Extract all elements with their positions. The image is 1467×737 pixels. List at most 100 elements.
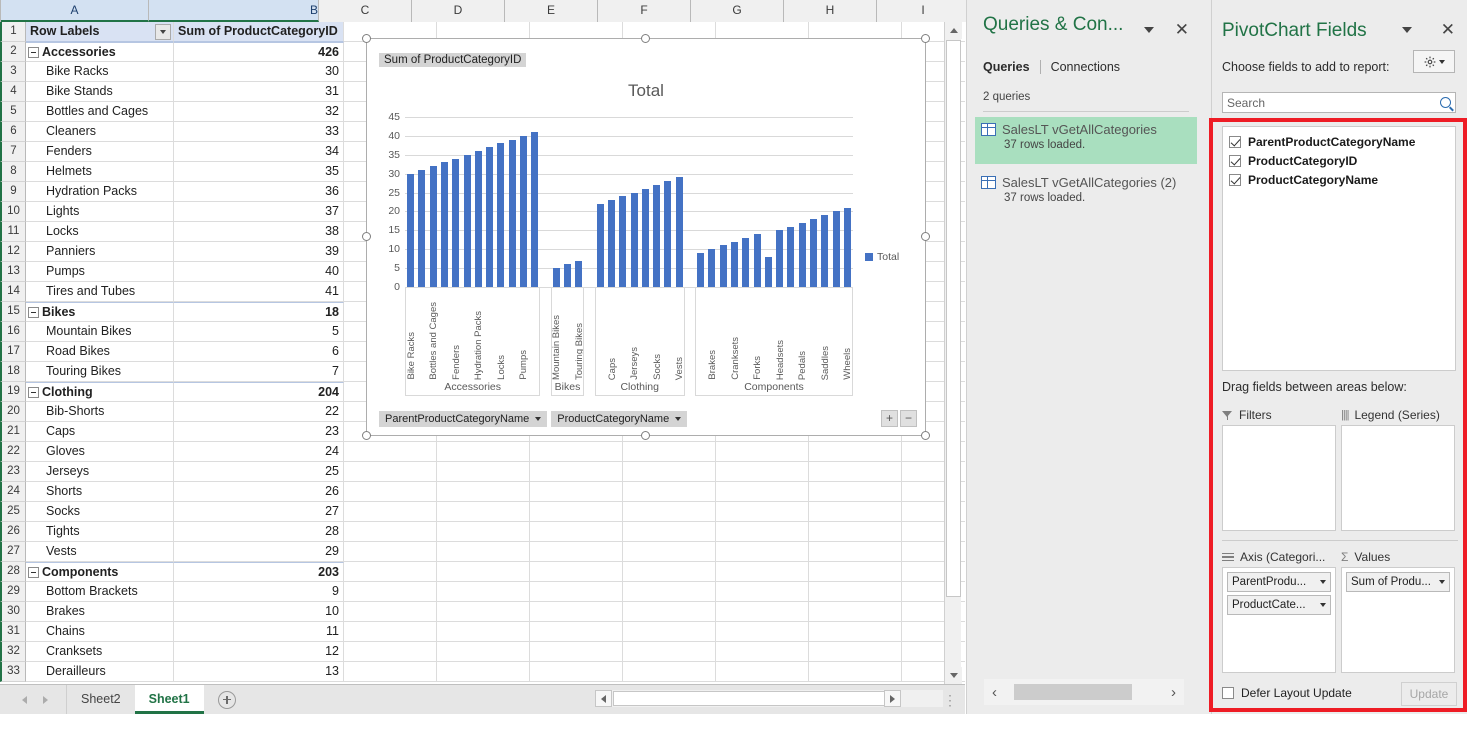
cell-label-17[interactable]: Road Bikes	[26, 342, 174, 362]
cell-value-30[interactable]: 10	[174, 602, 344, 622]
cell-label-2[interactable]: Accessories	[26, 42, 174, 62]
chart-bar[interactable]	[664, 181, 671, 287]
chart-bar[interactable]	[731, 242, 738, 287]
chart-bar[interactable]	[475, 151, 482, 287]
chart-bar[interactable]	[653, 185, 660, 287]
chart-bar[interactable]	[720, 245, 727, 287]
cell-label-25[interactable]: Socks	[26, 502, 174, 522]
row-header-26[interactable]: 26	[0, 522, 26, 542]
pivot-chart-object[interactable]: Sum of ProductCategoryID Total 051015202…	[366, 38, 926, 436]
collapse-group-icon[interactable]	[28, 307, 39, 318]
row-header-5[interactable]: 5	[0, 102, 26, 122]
row-header-23[interactable]: 23	[0, 462, 26, 482]
cell-value-8[interactable]: 35	[174, 162, 344, 182]
axis-area[interactable]: Axis (Categori... ParentProdu... Product…	[1222, 547, 1336, 673]
cell-e24[interactable]	[530, 482, 623, 502]
resize-handle-bottom-left[interactable]	[362, 431, 371, 440]
cell-value-16[interactable]: 5	[174, 322, 344, 342]
cell-value-4[interactable]: 31	[174, 82, 344, 102]
row-header-30[interactable]: 30	[0, 602, 26, 622]
tab-queries[interactable]: Queries	[983, 60, 1030, 74]
cell-g27[interactable]	[716, 542, 809, 562]
cell-g32[interactable]	[716, 642, 809, 662]
row-header-1[interactable]: 1	[0, 22, 26, 42]
column-header-c[interactable]: C	[319, 0, 412, 22]
row-header-25[interactable]: 25	[0, 502, 26, 522]
cell-d25[interactable]	[437, 502, 530, 522]
tab-connections[interactable]: Connections	[1051, 60, 1121, 74]
cell-f22[interactable]	[623, 442, 716, 462]
column-header-h[interactable]: H	[784, 0, 877, 22]
column-header-b[interactable]: B	[149, 0, 319, 22]
row-header-33[interactable]: 33	[0, 662, 26, 682]
values-chip-sum[interactable]: Sum of Produ...	[1346, 572, 1450, 592]
resize-handle-middle-left[interactable]	[362, 232, 371, 241]
chart-bar[interactable]	[619, 196, 626, 287]
pivot-pane-settings-button[interactable]	[1413, 50, 1455, 73]
cell-d28[interactable]	[437, 562, 530, 582]
row-header-10[interactable]: 10	[0, 202, 26, 222]
pivot-row-labels-header[interactable]: Row Labels	[26, 22, 174, 42]
values-area[interactable]: Σ Values Sum of Produ...	[1341, 547, 1455, 673]
chart-bar[interactable]	[776, 230, 783, 287]
scroll-up-button[interactable]	[945, 22, 962, 39]
cell-h29[interactable]	[809, 582, 902, 602]
cell-value-26[interactable]: 28	[174, 522, 344, 542]
chart-bar[interactable]	[821, 215, 828, 287]
chart-bar[interactable]	[452, 159, 459, 287]
defer-layout-update-row[interactable]: Defer Layout Update	[1222, 686, 1352, 700]
cell-h26[interactable]	[809, 522, 902, 542]
column-header-i[interactable]: I	[877, 0, 970, 22]
cell-e33[interactable]	[530, 662, 623, 682]
cell-label-13[interactable]: Pumps	[26, 262, 174, 282]
column-header-f[interactable]: F	[598, 0, 691, 22]
vertical-scroll-thumb[interactable]	[946, 40, 961, 597]
cell-h32[interactable]	[809, 642, 902, 662]
pivot-field-checkbox[interactable]	[1229, 174, 1241, 186]
chart-bar[interactable]	[708, 249, 715, 287]
sheet-nav-next-icon[interactable]	[43, 696, 48, 704]
cell-label-7[interactable]: Fenders	[26, 142, 174, 162]
chart-bar[interactable]	[407, 174, 414, 287]
chart-bar[interactable]	[697, 253, 704, 287]
cell-label-18[interactable]: Touring Bikes	[26, 362, 174, 382]
cell-value-11[interactable]: 38	[174, 222, 344, 242]
cell-value-14[interactable]: 41	[174, 282, 344, 302]
cell-e22[interactable]	[530, 442, 623, 462]
chart-bar[interactable]	[676, 177, 683, 287]
cell-value-3[interactable]: 30	[174, 62, 344, 82]
filters-dropzone[interactable]	[1222, 425, 1336, 531]
cell-label-30[interactable]: Brakes	[26, 602, 174, 622]
horizontal-scrollbar[interactable]	[595, 690, 943, 707]
chart-bar[interactable]	[631, 193, 638, 287]
cell-f29[interactable]	[623, 582, 716, 602]
cell-c33[interactable]	[344, 662, 437, 682]
queries-pane-close-button[interactable]: ✕	[1175, 21, 1189, 38]
cell-c30[interactable]	[344, 602, 437, 622]
cell-c26[interactable]	[344, 522, 437, 542]
row-header-28[interactable]: 28	[0, 562, 26, 582]
cell-e28[interactable]	[530, 562, 623, 582]
cell-value-12[interactable]: 39	[174, 242, 344, 262]
cell-value-21[interactable]: 23	[174, 422, 344, 442]
chart-field-caption[interactable]: Sum of ProductCategoryID	[379, 53, 526, 67]
pivot-pane-close-button[interactable]: ✕	[1441, 21, 1455, 38]
row-header-2[interactable]: 2	[0, 42, 26, 62]
row-header-15[interactable]: 15	[0, 302, 26, 322]
chart-bar[interactable]	[833, 211, 840, 287]
cell-c25[interactable]	[344, 502, 437, 522]
cell-label-33[interactable]: Derailleurs	[26, 662, 174, 682]
column-header-a[interactable]: A	[1, 0, 149, 22]
chart-bar[interactable]	[531, 132, 538, 287]
cell-h28[interactable]	[809, 562, 902, 582]
collapse-group-icon[interactable]	[28, 567, 39, 578]
row-header-3[interactable]: 3	[0, 62, 26, 82]
row-header-11[interactable]: 11	[0, 222, 26, 242]
cell-label-22[interactable]: Gloves	[26, 442, 174, 462]
row-labels-filter-button[interactable]	[155, 24, 171, 40]
cell-label-12[interactable]: Panniers	[26, 242, 174, 262]
chart-bar[interactable]	[608, 200, 615, 287]
cell-value-22[interactable]: 24	[174, 442, 344, 462]
cell-e26[interactable]	[530, 522, 623, 542]
row-header-31[interactable]: 31	[0, 622, 26, 642]
